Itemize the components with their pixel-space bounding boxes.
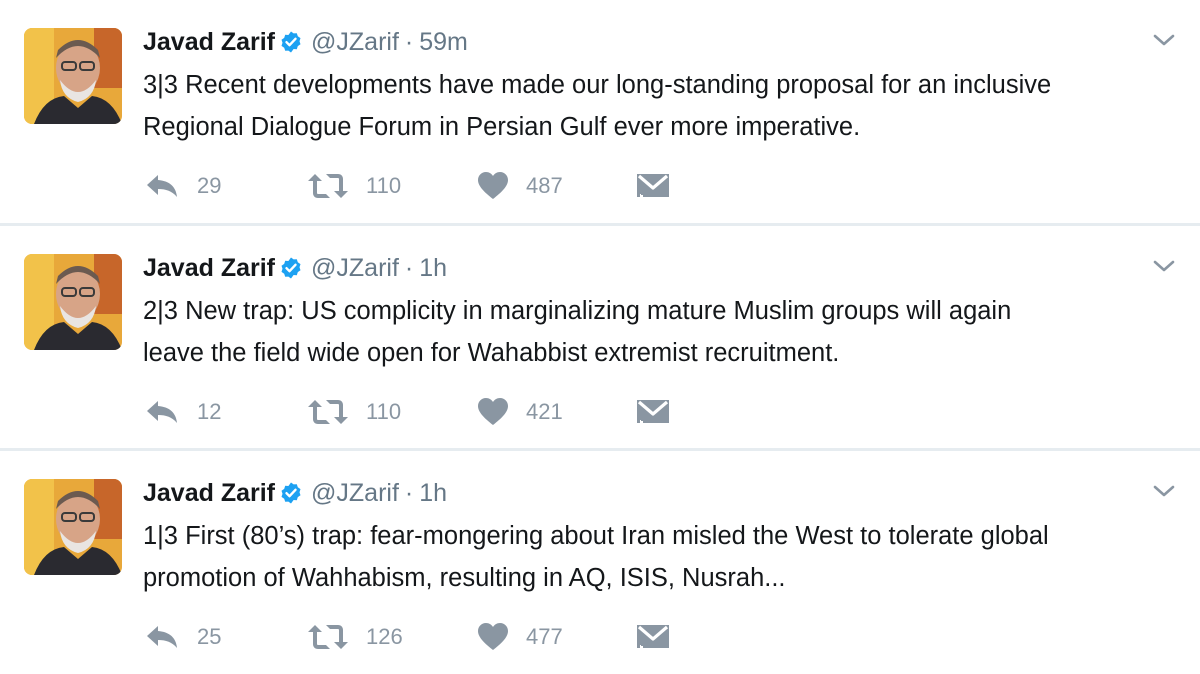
tweet-text-line: leave the field wide open for Wahabbist … xyxy=(143,339,840,367)
reply-count: 29 xyxy=(197,173,222,198)
separator-dot: · xyxy=(404,253,414,282)
tweet-header: Javad Zarif @JZarif · 1h xyxy=(143,252,447,284)
like-count: 477 xyxy=(526,624,563,649)
tweet-timestamp[interactable]: 59m xyxy=(419,28,468,57)
direct-message-icon xyxy=(637,400,669,423)
tweet-timestamp[interactable]: 1h xyxy=(419,479,447,508)
heart-icon xyxy=(478,172,508,199)
reply-button[interactable]: 29 xyxy=(145,168,221,204)
author-name[interactable]: Javad Zarif xyxy=(143,28,275,57)
direct-message-button[interactable] xyxy=(637,619,669,655)
reply-button[interactable]: 12 xyxy=(145,394,221,430)
direct-message-button[interactable] xyxy=(637,168,669,204)
reply-count: 12 xyxy=(197,399,222,424)
tweet-text-line: promotion of Wahhabism, resulting in AQ,… xyxy=(143,564,786,592)
reply-icon xyxy=(147,626,177,648)
chevron-down-icon[interactable] xyxy=(1152,32,1176,48)
direct-message-icon xyxy=(637,625,669,648)
retweet-count: 110 xyxy=(366,173,402,198)
tweet[interactable]: Javad Zarif @JZarif · 1h 2|3 New trap: U… xyxy=(0,226,1200,448)
tweet-text-line: 3|3 Recent developments have made our lo… xyxy=(143,71,1052,99)
retweet-button[interactable]: 110 xyxy=(308,394,401,430)
like-button[interactable]: 477 xyxy=(478,619,563,655)
heart-icon xyxy=(478,623,508,650)
retweet-icon xyxy=(308,174,348,198)
retweet-icon xyxy=(308,625,348,649)
chevron-down-icon[interactable] xyxy=(1152,258,1176,274)
tweet-text-line: 2|3 New trap: US complicity in marginali… xyxy=(143,297,1012,325)
tweet-text: 3|3 Recent developments have made our lo… xyxy=(143,64,1183,148)
author-handle[interactable]: @JZarif xyxy=(311,254,399,283)
avatar[interactable] xyxy=(24,479,122,575)
verified-badge-icon xyxy=(279,256,303,280)
heart-icon xyxy=(478,398,508,425)
like-count: 421 xyxy=(526,399,563,424)
author-handle[interactable]: @JZarif xyxy=(311,28,399,57)
tweet-text: 1|3 First (80’s) trap: fear-mongering ab… xyxy=(143,515,1183,599)
tweet-header: Javad Zarif @JZarif · 59m xyxy=(143,26,468,58)
retweet-count: 126 xyxy=(366,624,403,649)
author-name[interactable]: Javad Zarif xyxy=(143,479,275,508)
tweet-text: 2|3 New trap: US complicity in marginali… xyxy=(143,290,1183,374)
reply-button[interactable]: 25 xyxy=(145,619,221,655)
separator-dot: · xyxy=(404,27,414,56)
author-handle[interactable]: @JZarif xyxy=(311,479,399,508)
chevron-down-icon[interactable] xyxy=(1152,483,1176,499)
like-button[interactable]: 421 xyxy=(478,394,563,430)
tweet-header: Javad Zarif @JZarif · 1h xyxy=(143,477,447,509)
direct-message-button[interactable] xyxy=(637,394,669,430)
reply-icon xyxy=(147,401,177,423)
avatar-photo xyxy=(24,479,122,575)
tweet-text-line: Regional Dialogue Forum in Persian Gulf … xyxy=(143,113,861,141)
author-name[interactable]: Javad Zarif xyxy=(143,254,275,283)
avatar[interactable] xyxy=(24,254,122,350)
like-count: 487 xyxy=(526,173,563,198)
separator-dot: · xyxy=(404,478,414,507)
avatar[interactable] xyxy=(24,28,122,124)
retweet-icon xyxy=(308,400,348,424)
reply-icon xyxy=(147,175,177,197)
tweet[interactable]: Javad Zarif @JZarif · 1h 1|3 First (80’s… xyxy=(0,451,1200,673)
retweet-button[interactable]: 126 xyxy=(308,619,403,655)
verified-badge-icon xyxy=(279,481,303,505)
avatar-photo xyxy=(24,254,122,350)
verified-badge-icon xyxy=(279,30,303,54)
avatar-photo xyxy=(24,28,122,124)
tweet[interactable]: Javad Zarif @JZarif · 59m 3|3 Recent dev… xyxy=(0,0,1200,222)
retweet-count: 110 xyxy=(366,399,402,424)
tweet-text-line: 1|3 First (80’s) trap: fear-mongering ab… xyxy=(143,522,1049,550)
reply-count: 25 xyxy=(197,624,222,649)
retweet-button[interactable]: 110 xyxy=(308,168,401,204)
direct-message-icon xyxy=(637,174,669,197)
like-button[interactable]: 487 xyxy=(478,168,563,204)
tweet-timestamp[interactable]: 1h xyxy=(419,254,447,283)
